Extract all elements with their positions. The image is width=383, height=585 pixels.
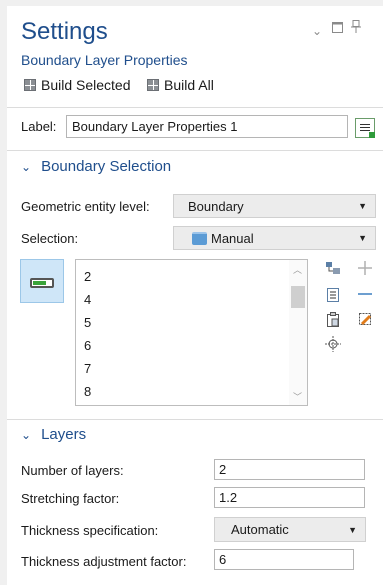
clipboard-icon[interactable] xyxy=(325,311,341,327)
add-icon[interactable] xyxy=(357,260,373,276)
scroll-up-icon[interactable]: ︿ xyxy=(293,263,302,276)
build-selected-label: Build Selected xyxy=(41,77,131,93)
selection-value-wrap: Manual xyxy=(182,231,254,246)
list-item[interactable]: 4 xyxy=(84,292,91,307)
selection-list[interactable]: 2 4 5 6 7 8 ︿ ﹀ xyxy=(75,259,308,406)
list-item[interactable]: 7 xyxy=(84,361,91,376)
dropdown-arrow-icon: ▼ xyxy=(348,524,357,535)
boundary-selection-title: Boundary Selection xyxy=(41,158,172,175)
thickness-specification-label: Thickness specification: xyxy=(21,523,159,538)
divider xyxy=(7,107,383,108)
list-item[interactable]: 8 xyxy=(84,384,91,399)
thickness-specification-select[interactable]: Automatic ▼ xyxy=(214,517,366,542)
list-item[interactable]: 2 xyxy=(84,269,91,284)
selection-select[interactable]: Manual ▼ xyxy=(173,226,376,250)
build-all-label: Build All xyxy=(164,77,214,93)
thickness-adjustment-factor-input[interactable]: 6 xyxy=(214,549,354,570)
build-all-button[interactable]: Build All xyxy=(147,77,214,93)
label-node-icon[interactable] xyxy=(355,118,375,138)
settings-panel: Settings ⌄ Boundary Layer Properties Bui… xyxy=(7,6,383,585)
geometric-entity-level-value: Boundary xyxy=(188,198,244,214)
scroll-down-icon[interactable]: ﹀ xyxy=(293,390,302,403)
selection-label: Selection: xyxy=(21,231,79,246)
list-scrollbar[interactable]: ︿ ﹀ xyxy=(289,260,307,405)
list-item[interactable]: 6 xyxy=(84,338,91,353)
number-of-layers-label: Number of layers: xyxy=(21,463,124,478)
clear-selection-icon[interactable] xyxy=(357,311,373,327)
geometric-entity-level-select[interactable]: Boundary ▼ xyxy=(173,194,376,218)
thickness-specification-value: Automatic xyxy=(231,522,289,537)
chevron-down-icon[interactable]: ⌄ xyxy=(312,24,322,38)
boundary-selection-section-header[interactable]: ⌄ Boundary Selection xyxy=(21,158,171,175)
chevron-down-icon: ⌄ xyxy=(21,427,32,442)
scrollbar-thumb[interactable] xyxy=(291,286,305,308)
remove-icon[interactable] xyxy=(357,286,373,302)
thickness-adjustment-factor-label: Thickness adjustment factor: xyxy=(21,554,187,569)
activate-selection-toggle[interactable] xyxy=(20,259,64,303)
maximize-icon[interactable] xyxy=(332,22,343,36)
pin-icon[interactable] xyxy=(351,20,361,36)
layers-title: Layers xyxy=(41,426,87,443)
label-input[interactable]: Boundary Layer Properties 1 xyxy=(66,115,348,138)
chevron-down-icon: ⌄ xyxy=(21,159,32,174)
stretching-factor-label: Stretching factor: xyxy=(21,491,120,506)
toggle-icon xyxy=(30,278,54,288)
build-all-icon xyxy=(147,79,159,91)
zoom-to-selection-icon[interactable] xyxy=(325,336,341,352)
paste-icon[interactable] xyxy=(325,287,341,303)
list-item[interactable]: 5 xyxy=(84,315,91,330)
label-field-label: Label: xyxy=(21,119,57,134)
layers-section-header[interactable]: ⌄ Layers xyxy=(21,426,86,443)
dropdown-arrow-icon: ▼ xyxy=(358,201,367,211)
dropdown-arrow-icon: ▼ xyxy=(358,233,367,243)
folder-icon xyxy=(192,231,207,245)
number-of-layers-input[interactable]: 2 xyxy=(214,459,365,480)
stretching-factor-input[interactable]: 1.2 xyxy=(214,487,365,508)
divider xyxy=(7,150,383,151)
divider xyxy=(7,419,383,420)
node-subtitle: Boundary Layer Properties xyxy=(21,52,188,68)
page-title: Settings xyxy=(21,18,108,45)
copy-selection-icon[interactable] xyxy=(325,261,341,277)
geometric-entity-level-label: Geometric entity level: xyxy=(21,199,150,214)
build-selected-icon xyxy=(24,79,36,91)
selection-value: Manual xyxy=(211,230,254,246)
build-selected-button[interactable]: Build Selected xyxy=(24,77,131,93)
